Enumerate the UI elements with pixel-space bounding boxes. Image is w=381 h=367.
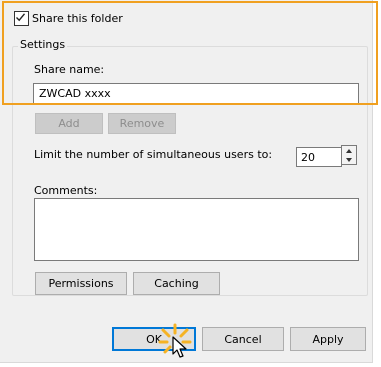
spinner-up-button[interactable] (342, 146, 356, 155)
permissions-button-label: Permissions (48, 277, 114, 290)
limit-users-input[interactable]: 20 (296, 147, 342, 167)
comments-label: Comments: (34, 184, 98, 197)
add-button[interactable]: Add (35, 113, 103, 134)
checkmark-icon (16, 12, 26, 21)
remove-button[interactable]: Remove (108, 113, 176, 134)
share-name-input[interactable]: ZWCAD xxxx (33, 83, 359, 104)
cancel-button-label: Cancel (224, 332, 262, 346)
caching-button-label: Caching (154, 277, 199, 290)
share-name-value: ZWCAD xxxx (39, 87, 111, 100)
triangle-down-icon (346, 157, 352, 162)
apply-button[interactable]: Apply (290, 327, 366, 351)
share-folder-label: Share this folder (32, 11, 123, 25)
limit-users-value: 20 (301, 150, 315, 164)
comments-textarea[interactable] (34, 198, 359, 261)
settings-group-label: Settings (18, 38, 68, 51)
share-folder-checkbox-row[interactable]: Share this folder (14, 10, 214, 26)
limit-users-label: Limit the number of simultaneous users t… (34, 148, 273, 161)
arrow-cursor-icon (172, 336, 187, 358)
limit-users-spinner[interactable] (341, 145, 357, 165)
permissions-button[interactable]: Permissions (35, 272, 127, 295)
share-name-label: Share name: (34, 63, 105, 76)
share-folder-checkbox[interactable] (14, 10, 29, 26)
caching-button[interactable]: Caching (133, 272, 220, 295)
triangle-up-icon (346, 148, 352, 153)
remove-button-label: Remove (119, 117, 165, 130)
spinner-down-button[interactable] (342, 155, 356, 164)
add-button-label: Add (58, 117, 80, 130)
cancel-button[interactable]: Cancel (202, 327, 284, 351)
apply-button-label: Apply (312, 332, 344, 346)
